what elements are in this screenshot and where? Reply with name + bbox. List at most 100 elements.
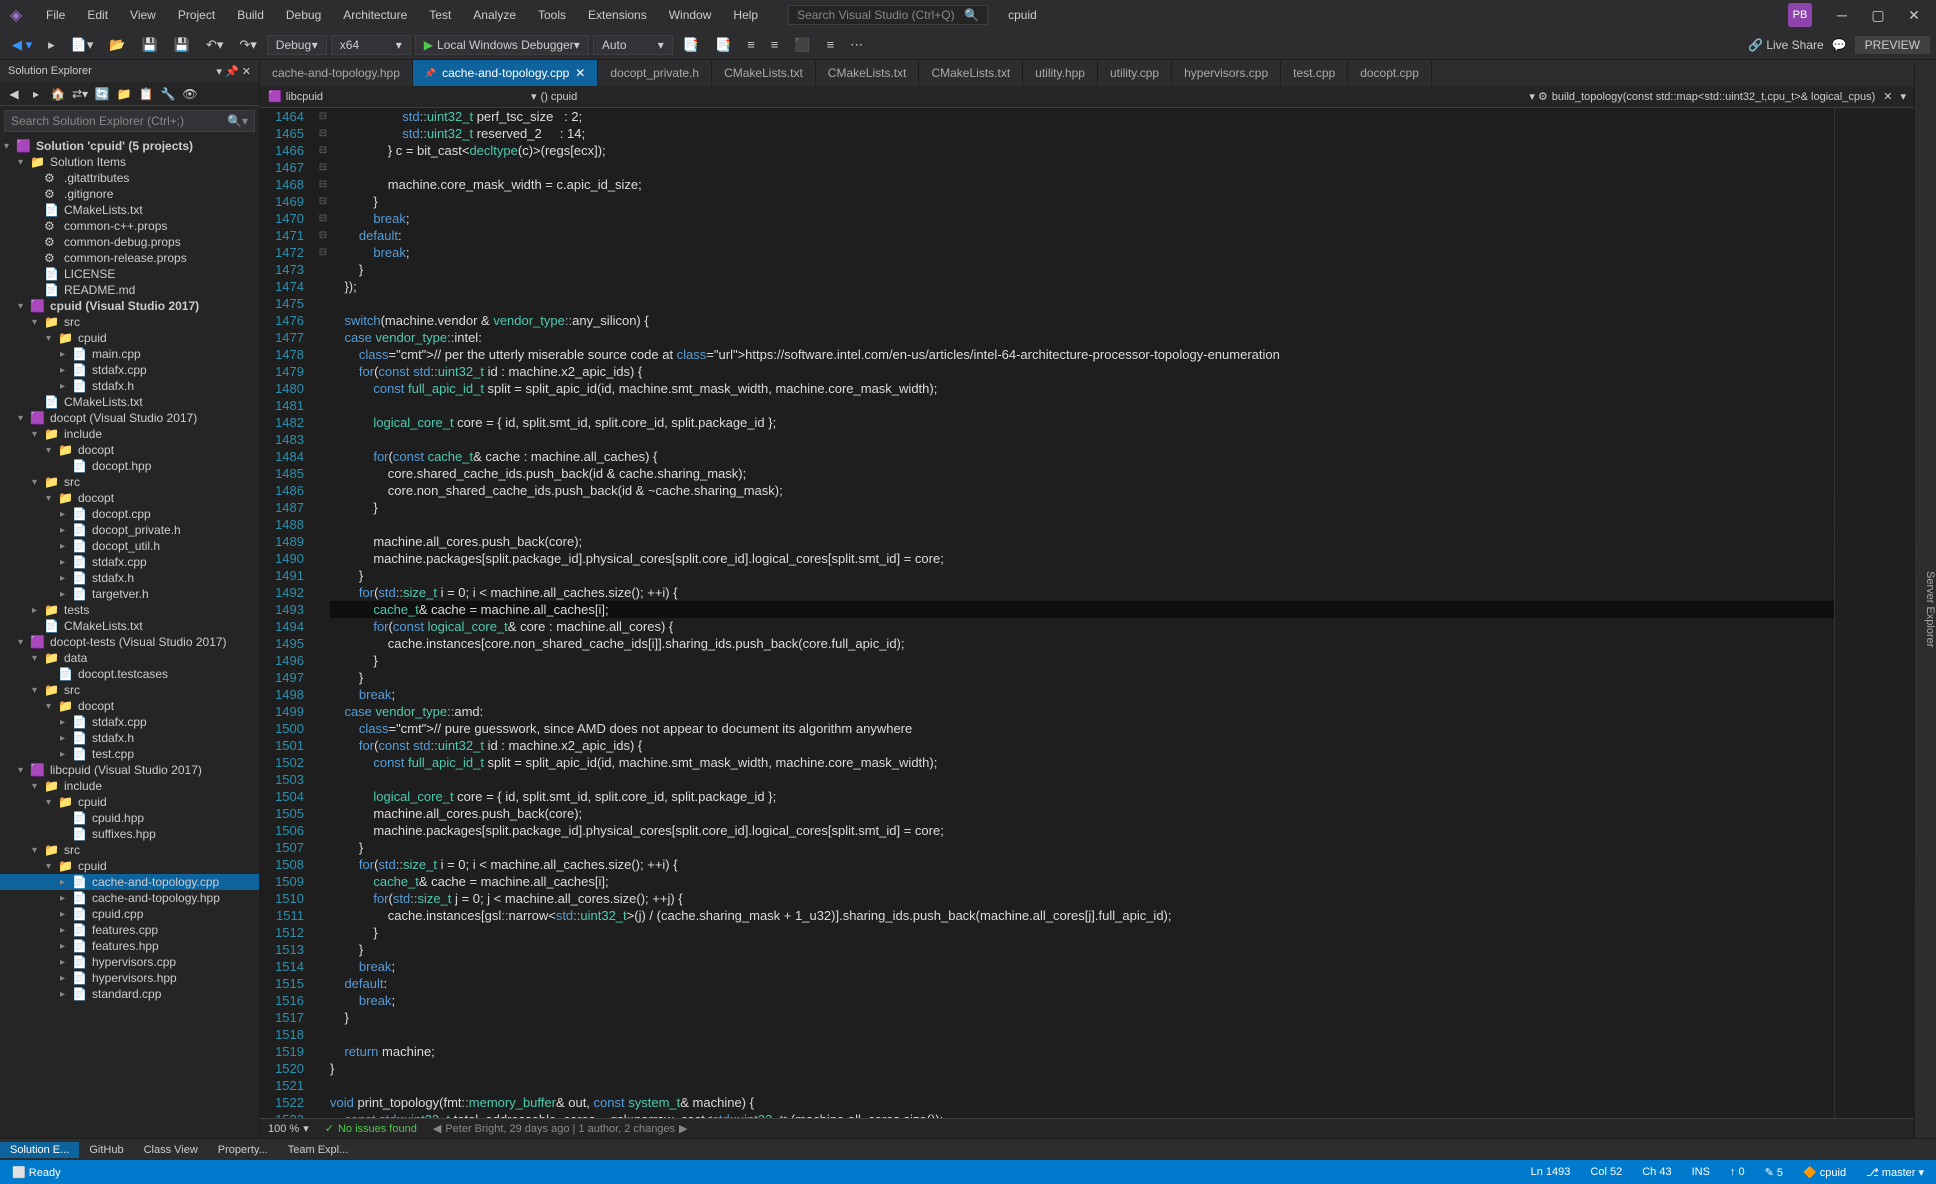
menu-edit[interactable]: Edit xyxy=(77,4,118,26)
solution-search-input[interactable]: Search Solution Explorer (Ctrl+;) 🔍▾ xyxy=(4,110,255,132)
tree-item[interactable]: ▸📄stdafx.cpp xyxy=(0,714,259,730)
bottom-tab[interactable]: GitHub xyxy=(79,1142,133,1158)
code-editor[interactable]: std::uint32_t perf_tsc_size : 2; std::ui… xyxy=(330,108,1834,1118)
tree-item[interactable]: ⚙common-debug.props xyxy=(0,234,259,250)
tree-item[interactable]: ⚙common-c++.props xyxy=(0,218,259,234)
tree-item[interactable]: ▾🟪libcpuid (Visual Studio 2017) xyxy=(0,762,259,778)
tree-item[interactable]: ▾📁Solution Items xyxy=(0,154,259,170)
minimize-button[interactable]: ─ xyxy=(1824,1,1860,29)
bottom-tab[interactable]: Team Expl... xyxy=(278,1142,359,1158)
tree-item[interactable]: ▸📄stdafx.cpp xyxy=(0,554,259,570)
close-icon[interactable]: ✕ xyxy=(575,66,585,80)
tree-item[interactable]: ▸📄standard.cpp xyxy=(0,986,259,1002)
status-line[interactable]: Ln 1493 xyxy=(1531,1166,1571,1179)
preview-icon[interactable]: 👁 xyxy=(180,84,200,104)
status-branch[interactable]: ⎇ master ▾ xyxy=(1866,1166,1924,1179)
editor-tab[interactable]: utility.cpp xyxy=(1098,60,1172,86)
fold-gutter[interactable]: ⊟ ⊟ ⊟ ⊟ ⊟ ⊟ ⊟ ⊟ ⊟ xyxy=(316,108,330,1118)
feedback-button[interactable]: 💬 xyxy=(1832,38,1847,52)
nav-fwd-button[interactable]: ▸ xyxy=(42,35,61,55)
platform-dropdown[interactable]: x64▾ xyxy=(331,35,411,55)
redo-button[interactable]: ↷▾ xyxy=(233,35,262,55)
tree-item[interactable]: ▸📄test.cpp xyxy=(0,746,259,762)
switch-icon[interactable]: ⇄▾ xyxy=(70,84,90,104)
tree-item[interactable]: ▸📄cache-and-topology.hpp xyxy=(0,890,259,906)
tree-item[interactable]: 📄LICENSE xyxy=(0,266,259,282)
menu-help[interactable]: Help xyxy=(723,4,768,26)
tree-item[interactable]: ⚙.gitignore xyxy=(0,186,259,202)
user-avatar[interactable]: PB xyxy=(1788,3,1812,27)
editor-tab[interactable]: cache-and-topology.hpp xyxy=(260,60,413,86)
menu-test[interactable]: Test xyxy=(419,4,461,26)
search-input[interactable]: Search Visual Studio (Ctrl+Q) 🔍 xyxy=(788,5,988,25)
home-icon[interactable]: 🏠 xyxy=(48,84,68,104)
tree-item[interactable]: ▾📁cpuid xyxy=(0,858,259,874)
save-button[interactable]: 💾 xyxy=(136,35,164,55)
editor-tab[interactable]: cache-and-topology.cpp✕ xyxy=(413,60,598,86)
menu-tools[interactable]: Tools xyxy=(528,4,576,26)
tree-item[interactable]: ▸📄cache-and-topology.cpp xyxy=(0,874,259,890)
menu-architecture[interactable]: Architecture xyxy=(333,4,417,26)
menu-view[interactable]: View xyxy=(120,4,166,26)
tree-item[interactable]: ▾🟪cpuid (Visual Studio 2017) xyxy=(0,298,259,314)
editor-tab[interactable]: utility.hpp xyxy=(1023,60,1098,86)
toolbar-icon[interactable]: ⬛ xyxy=(788,35,816,55)
bottom-tab[interactable]: Class View xyxy=(134,1142,208,1158)
tree-item[interactable]: ▾📁include xyxy=(0,426,259,442)
tree-item[interactable]: 📄docopt.hpp xyxy=(0,458,259,474)
tree-item[interactable]: ▾📁docopt xyxy=(0,490,259,506)
nav-scope[interactable]: 🟪 libcpuid xyxy=(268,90,323,103)
tree-item[interactable]: 📄README.md xyxy=(0,282,259,298)
dropdown-icon[interactable]: ▾ xyxy=(1900,90,1906,103)
toolbar-icon[interactable]: ≡ xyxy=(741,35,761,54)
nav-type[interactable]: ▾ () cpuid xyxy=(531,90,577,103)
toolbar-icon[interactable]: 📑 xyxy=(677,35,705,55)
tree-item[interactable]: ▾📁src xyxy=(0,314,259,330)
tree-item[interactable]: ⚙common-release.props xyxy=(0,250,259,266)
tree-item[interactable]: 📄docopt.testcases xyxy=(0,666,259,682)
menu-project[interactable]: Project xyxy=(168,4,225,26)
tree-item[interactable]: ▸📁tests xyxy=(0,602,259,618)
tree-item[interactable]: ▸📄features.hpp xyxy=(0,938,259,954)
nav-back-button[interactable]: ◀ ▾ xyxy=(6,35,38,55)
panel-dropdown-icon[interactable]: ▾ xyxy=(216,66,222,78)
save-all-button[interactable]: 💾 xyxy=(168,35,196,55)
status-col[interactable]: Col 52 xyxy=(1590,1166,1622,1179)
tree-item[interactable]: ⚙.gitattributes xyxy=(0,170,259,186)
split-icon[interactable]: ✕ xyxy=(1883,90,1892,103)
editor-tab[interactable]: CMakeLists.txt xyxy=(816,60,920,86)
tree-item[interactable]: ▾📁src xyxy=(0,682,259,698)
tree-item[interactable]: ▸📄features.cpp xyxy=(0,922,259,938)
tree-item[interactable]: ▾🟪docopt (Visual Studio 2017) xyxy=(0,410,259,426)
nav-member[interactable]: ▾ ⚙ build_topology(const std::map<std::u… xyxy=(1529,90,1875,103)
tree-item[interactable]: ▸📄stdafx.cpp xyxy=(0,362,259,378)
undo-button[interactable]: ↶▾ xyxy=(200,35,229,55)
toolbar-icon[interactable]: ⋯ xyxy=(844,35,869,55)
tree-item[interactable]: ▾📁data xyxy=(0,650,259,666)
run-button[interactable]: ▶Local Windows Debugger▾ xyxy=(415,35,589,55)
editor-tab[interactable]: test.cpp xyxy=(1281,60,1348,86)
tree-item[interactable]: ▸📄stdafx.h xyxy=(0,730,259,746)
toolbar-icon[interactable]: 📑 xyxy=(709,35,737,55)
zoom-level[interactable]: 100 % ▾ xyxy=(268,1122,309,1135)
tree-item[interactable]: ▸📄main.cpp xyxy=(0,346,259,362)
rail-tab[interactable]: Server Explorer xyxy=(1924,571,1936,647)
menu-file[interactable]: File xyxy=(36,4,75,26)
status-ch[interactable]: Ch 43 xyxy=(1642,1166,1671,1179)
tree-item[interactable]: ▸📄cpuid.cpp xyxy=(0,906,259,922)
tree-item[interactable]: ▸📄stdafx.h xyxy=(0,378,259,394)
tree-item[interactable]: ▾📁cpuid xyxy=(0,330,259,346)
status-push[interactable]: ↑ 0 xyxy=(1730,1166,1745,1179)
tree-item[interactable]: ▸📄hypervisors.hpp xyxy=(0,970,259,986)
tree-item[interactable]: ▾📁docopt xyxy=(0,698,259,714)
minimap[interactable] xyxy=(1834,108,1914,1118)
pin-icon[interactable]: 📌 xyxy=(225,66,239,78)
close-button[interactable]: ✕ xyxy=(1896,1,1932,29)
tree-item[interactable]: 📄CMakeLists.txt xyxy=(0,202,259,218)
close-icon[interactable]: ✕ xyxy=(242,66,251,78)
solution-tree[interactable]: ▾🟪Solution 'cpuid' (5 projects)▾📁Solutio… xyxy=(0,136,259,1138)
editor-tab[interactable]: hypervisors.cpp xyxy=(1172,60,1281,86)
tree-item[interactable]: ▸📄docopt_private.h xyxy=(0,522,259,538)
config-dropdown[interactable]: Debug▾ xyxy=(267,35,327,55)
liveshare-button[interactable]: 🔗 Live Share xyxy=(1748,38,1824,52)
